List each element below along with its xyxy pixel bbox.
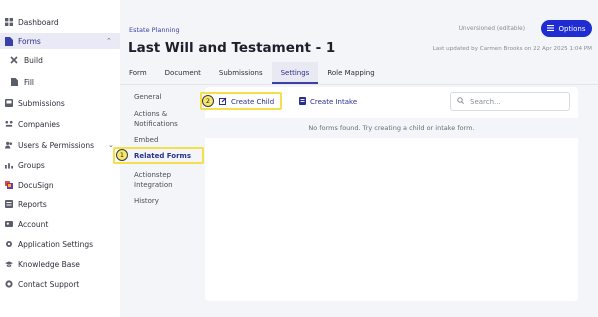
sidebar-item-label: Companies: [18, 119, 60, 129]
report-icon: [5, 200, 13, 208]
options-button[interactable]: Options: [541, 20, 592, 37]
last-updated-text: Last updated by Carmen Brooks on 22 Apr …: [432, 46, 592, 52]
settings-nav-actions-notifications[interactable]: Actions & Notifications: [134, 109, 206, 129]
sidebar-item-label: Groups: [18, 160, 45, 170]
grid-icon: [5, 18, 13, 26]
search-box: [450, 92, 570, 111]
sidebar-item-label: DocuSign: [18, 180, 54, 190]
settings-nav-history[interactable]: History: [134, 196, 206, 206]
inbox-icon: [5, 99, 13, 107]
sidebar-item-forms[interactable]: Forms ⌃: [0, 33, 120, 49]
settings-nav-embed[interactable]: Embed: [134, 135, 206, 145]
create-intake-button[interactable]: Create Intake: [299, 95, 357, 109]
account-icon: [5, 220, 13, 228]
sidebar-item-label: Build: [24, 55, 43, 65]
sidebar-item-groups[interactable]: Groups: [0, 157, 120, 173]
sidebar-item-label: Application Settings: [18, 239, 94, 249]
sidebar-item-application-settings[interactable]: Application Settings: [0, 236, 120, 252]
options-label: Options: [558, 24, 586, 33]
tab-submissions[interactable]: Submissions: [210, 62, 272, 84]
tab-form[interactable]: Form: [120, 62, 156, 84]
breadcrumb[interactable]: Estate Planning: [129, 26, 180, 34]
sidebar-item-label: Users & Permissions: [18, 140, 94, 150]
groups-icon: [5, 161, 13, 169]
settings-nav-actionstep-integration[interactable]: Actionstep Integration: [134, 170, 206, 190]
settings-nav-general[interactable]: General: [134, 92, 206, 102]
sidebar: Dashboard Forms ⌃ Build Fill Submissions…: [0, 0, 120, 317]
search-icon: [457, 97, 464, 106]
related-forms-panel: Create Child Create Intake No forms foun…: [205, 87, 578, 301]
step-badge: 2: [202, 95, 214, 107]
tools-icon: [10, 56, 18, 64]
tab-bar: Form Document Submissions Settings Role …: [120, 62, 384, 84]
sidebar-item-account[interactable]: Account: [0, 216, 120, 232]
users-icon: [5, 141, 13, 149]
sidebar-item-build[interactable]: Build: [0, 52, 120, 68]
document-icon: [5, 36, 13, 46]
empty-state-message: No forms found. Try creating a child or …: [205, 118, 578, 138]
tab-document[interactable]: Document: [156, 62, 210, 84]
sidebar-item-label: Account: [18, 219, 49, 229]
file-icon: [10, 78, 18, 86]
gear-icon: [5, 240, 13, 248]
sidebar-item-label: Contact Support: [18, 279, 80, 289]
sidebar-item-companies[interactable]: Companies: [0, 116, 120, 132]
building-icon: [5, 120, 13, 128]
create-intake-label: Create Intake: [310, 98, 358, 106]
sidebar-item-label: Reports: [18, 199, 47, 209]
sidebar-item-label: Forms: [18, 36, 41, 46]
step-badge: 1: [116, 149, 128, 161]
tab-settings[interactable]: Settings: [271, 62, 319, 84]
sidebar-item-fill[interactable]: Fill: [0, 74, 120, 90]
sidebar-item-label: Knowledge Base: [18, 259, 80, 269]
chevron-up-icon[interactable]: ⌃: [106, 37, 112, 45]
support-icon: [5, 280, 13, 288]
sidebar-item-contact-support[interactable]: Contact Support: [0, 276, 120, 292]
sidebar-item-knowledge-base[interactable]: Knowledge Base: [0, 256, 120, 272]
page-title: Last Will and Testament - 1: [128, 40, 336, 56]
tabs-divider: [120, 84, 598, 85]
graduation-cap-icon: [5, 260, 13, 268]
sidebar-item-submissions[interactable]: Submissions: [0, 95, 120, 111]
sidebar-item-label: Submissions: [18, 98, 65, 108]
menu-icon: [547, 24, 555, 33]
search-input[interactable]: [470, 97, 560, 106]
tab-role-mapping[interactable]: Role Mapping: [318, 62, 383, 84]
form-icon: [299, 97, 306, 107]
sidebar-item-users-permissions[interactable]: Users & Permissions ⌄: [0, 137, 120, 153]
version-label: Unversioned (editable): [458, 26, 525, 32]
sidebar-item-docusign[interactable]: DocuSign: [0, 177, 120, 193]
sidebar-item-label: Dashboard: [18, 17, 59, 27]
sidebar-item-reports[interactable]: Reports: [0, 196, 120, 212]
sidebar-item-label: Fill: [24, 77, 35, 87]
sidebar-item-dashboard[interactable]: Dashboard: [0, 14, 120, 30]
docusign-icon: [5, 181, 13, 189]
